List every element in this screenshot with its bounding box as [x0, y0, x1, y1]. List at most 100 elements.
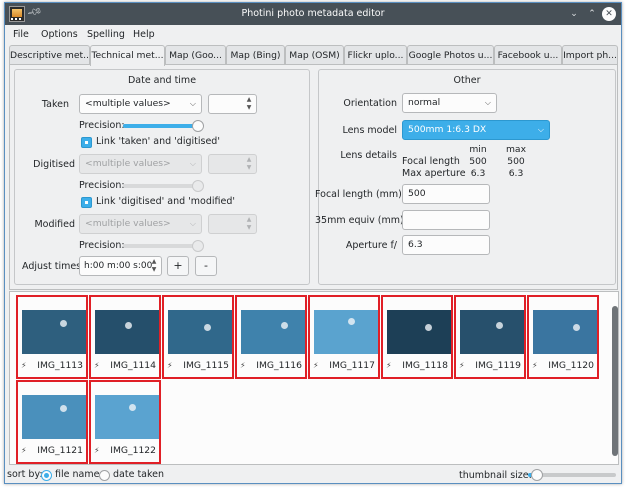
tab-flickr-upload[interactable]: Flickr uplo...: [344, 45, 407, 65]
thumbnail-card[interactable]: ⚡︎ IMG_1116: [235, 295, 307, 379]
tab-map-osm[interactable]: Map (OSM): [285, 45, 344, 65]
tab-map-bing[interactable]: Map (Bing): [226, 45, 285, 65]
taken-spinbox[interactable]: ▲ ▼: [208, 94, 257, 114]
title-bar[interactable]: 📌︎ Photini photo metadata editor ⌄ ⌃ ✕: [5, 3, 621, 25]
digitised-value: <multiple values>: [85, 158, 171, 169]
thumbnail-card[interactable]: ⚡︎ IMG_1117: [308, 295, 380, 379]
taken-precision-slider[interactable]: [123, 120, 204, 132]
thumbnail-image: [22, 395, 86, 439]
sort-date-taken-radio[interactable]: [99, 470, 110, 481]
lightning-icon: ⚡︎: [94, 446, 100, 455]
thumbnail-image: [95, 310, 159, 354]
spin-arrows-icon[interactable]: ▲ ▼: [150, 258, 158, 274]
tab-technical-metadata[interactable]: Technical met...: [90, 45, 165, 66]
sort-file-name-label[interactable]: file name: [55, 469, 99, 480]
link-digitised-modified-label[interactable]: Link 'digitised' and 'modified': [96, 196, 235, 207]
lens-model-combo[interactable]: 500mm 1:6.3 DX ⌵: [402, 120, 550, 140]
moon-spot: [573, 324, 580, 331]
aperture-label: Aperture f/: [345, 240, 397, 251]
adjust-times-spinbox[interactable]: h:00 m:00 s:00 ▲ ▼: [79, 256, 162, 276]
tab-bar: Descriptive met... Technical met... Map …: [9, 45, 619, 66]
lens-details-label: Lens details: [340, 150, 397, 161]
orientation-label: Orientation: [343, 98, 397, 109]
tab-google-photos-upload[interactable]: Google Photos u...: [407, 45, 494, 65]
thumbnail-card[interactable]: ⚡︎ IMG_1120: [527, 295, 599, 379]
taken-label: Taken: [41, 99, 69, 110]
bottom-bar: sort by: file name date taken thumbnail …: [5, 465, 621, 485]
spin-arrows-icon[interactable]: ▲ ▼: [245, 96, 253, 112]
aperture-min-value: 6.3: [470, 168, 486, 179]
thumbnail-card[interactable]: ⚡︎ IMG_1118: [381, 295, 453, 379]
tab-map-google[interactable]: Map (Goo...: [165, 45, 226, 65]
other-group: Other Orientation normal ⌵ Lens model 50…: [315, 69, 616, 285]
thumbnail-card[interactable]: ⚡︎ IMG_1115: [162, 295, 234, 379]
focal-length-mm-field[interactable]: 500: [402, 184, 490, 204]
slider-handle[interactable]: [192, 180, 204, 192]
spin-arrows-icon[interactable]: ▲ ▼: [245, 216, 253, 232]
tab-import-photos[interactable]: Import ph...: [562, 45, 618, 65]
aperture-field[interactable]: 6.3: [402, 235, 490, 255]
chevron-down-icon: ⌵: [484, 98, 491, 107]
thumbnail-card[interactable]: ⚡︎ IMG_1122: [89, 380, 161, 464]
thumbnail-image: [460, 310, 524, 354]
taken-datetime-combo[interactable]: <multiple values> ⌵: [79, 94, 202, 114]
adjust-minus-button[interactable]: -: [195, 256, 217, 276]
slider-handle[interactable]: [192, 240, 204, 252]
thumbnail-card[interactable]: ⚡︎ IMG_1121: [16, 380, 88, 464]
sort-by-label: sort by:: [7, 469, 43, 480]
lightning-icon: ⚡︎: [167, 361, 173, 370]
lightning-icon: ⚡︎: [94, 361, 100, 370]
minimize-icon[interactable]: ⌄: [567, 7, 581, 21]
thumbnail-card[interactable]: ⚡︎ IMG_1113: [16, 295, 88, 379]
slider-handle[interactable]: [192, 120, 204, 132]
link-digitised-modified-checkbox[interactable]: [81, 197, 92, 208]
thumbnail-scrollbar[interactable]: [612, 296, 618, 460]
modified-spinbox[interactable]: ▲ ▼: [208, 214, 257, 234]
date-time-title: Date and time: [127, 75, 197, 86]
lens-model-value: 500mm 1:6.3 DX: [408, 124, 487, 135]
menu-file[interactable]: File: [13, 29, 29, 40]
modified-precision-slider[interactable]: [123, 240, 204, 252]
focal-length-mm-label: Focal length (mm): [315, 189, 402, 200]
thumbnail-card[interactable]: ⚡︎ IMG_1119: [454, 295, 526, 379]
sort-file-name-radio[interactable]: [41, 470, 52, 481]
thumbnail-filename: IMG_1113: [37, 360, 83, 371]
thumbnail-filename: IMG_1122: [110, 445, 156, 456]
moon-spot: [129, 404, 136, 411]
lightning-icon: ⚡︎: [532, 361, 538, 370]
chevron-down-icon: ⌵: [189, 99, 196, 108]
close-icon[interactable]: ✕: [602, 7, 616, 21]
spin-arrows-icon[interactable]: ▲ ▼: [245, 156, 253, 172]
max-aperture-row-label: Max aperture: [402, 168, 466, 179]
link-taken-digitised-label[interactable]: Link 'taken' and 'digitised': [96, 136, 220, 147]
menu-help[interactable]: Help: [133, 29, 155, 40]
modified-datetime-combo[interactable]: <multiple values> ⌵: [79, 214, 202, 234]
window-title: Photini photo metadata editor: [241, 8, 385, 19]
orientation-combo[interactable]: normal ⌵: [402, 93, 497, 113]
digitised-spinbox[interactable]: ▲ ▼: [208, 154, 257, 174]
chevron-down-icon: ⌵: [537, 125, 544, 134]
digitised-precision-slider[interactable]: [123, 180, 204, 192]
moon-spot: [425, 324, 432, 331]
lightning-icon: ⚡︎: [386, 361, 392, 370]
tab-descriptive-metadata[interactable]: Descriptive met...: [9, 45, 90, 65]
thumbnail-grid[interactable]: ⚡︎ IMG_1113 ⚡︎ IMG_1114 ⚡︎ IMG_1115 ⚡︎ IMG_1116…: [9, 291, 619, 465]
lightning-icon: ⚡︎: [21, 446, 27, 455]
digitised-datetime-combo[interactable]: <multiple values> ⌵: [79, 154, 202, 174]
focal-max-value: 500: [507, 156, 525, 167]
sort-date-taken-label[interactable]: date taken: [113, 469, 164, 480]
thumbnail-filename: IMG_1121: [37, 445, 83, 456]
thumbnail-card[interactable]: ⚡︎ IMG_1114: [89, 295, 161, 379]
tab-facebook-upload[interactable]: Facebook u...: [494, 45, 562, 65]
slider-handle[interactable]: [530, 469, 543, 481]
equiv-35mm-field[interactable]: [402, 210, 490, 230]
menu-options[interactable]: Options: [41, 29, 78, 40]
adjust-plus-button[interactable]: +: [167, 256, 189, 276]
menu-spelling[interactable]: Spelling: [87, 29, 125, 40]
moon-spot: [125, 322, 132, 329]
digitised-label: Digitised: [33, 159, 75, 170]
scrollbar-handle[interactable]: [612, 306, 618, 456]
thumbnail-size-slider[interactable]: [528, 469, 616, 481]
link-taken-digitised-checkbox[interactable]: [81, 137, 92, 148]
maximize-icon[interactable]: ⌃: [585, 7, 599, 21]
